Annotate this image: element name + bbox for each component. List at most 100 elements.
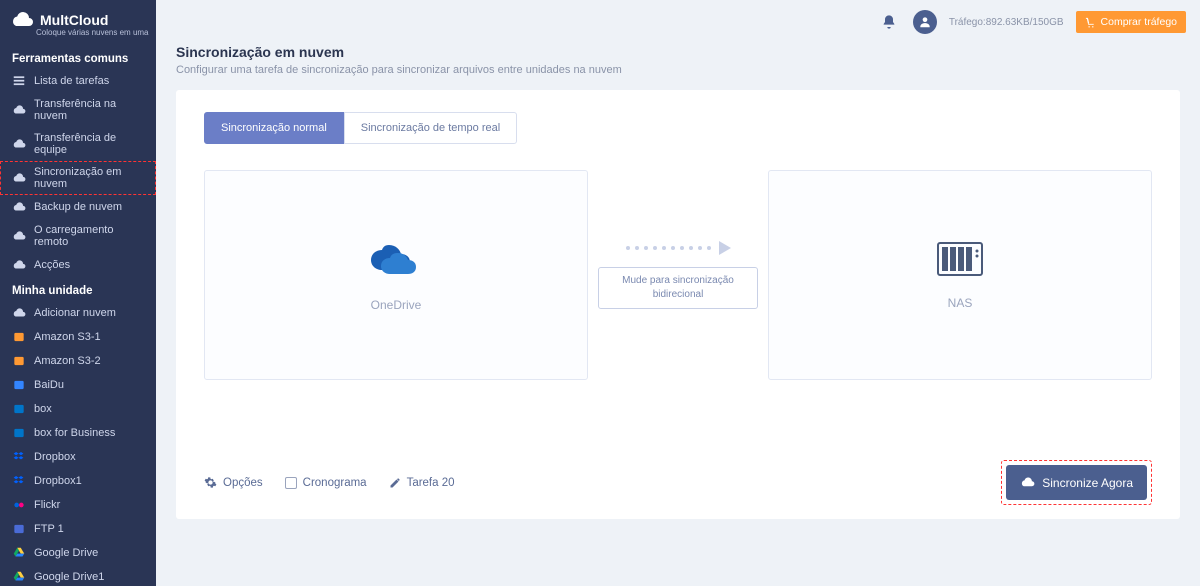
nav-drives: Adicionar nuvem Amazon S3-1 Amazon S3-2 Bai…: [0, 301, 156, 586]
s3-icon: [12, 354, 26, 368]
topbar: Tráfego:892.63KB/150GB Comprar tráfego: [156, 0, 1200, 44]
pencil-icon: [389, 477, 401, 489]
sidebar-item-label: Google Drive: [34, 547, 98, 559]
gdrive-icon: [12, 570, 26, 584]
box-icon: [12, 402, 26, 416]
sidebar-item-drive-9[interactable]: FTP 1: [0, 517, 156, 541]
page-subtitle: Configurar uma tarefa de sincronização p…: [176, 64, 1180, 76]
sidebar-item-label: Sincronização em nuvem: [34, 166, 144, 190]
cart-icon: [1085, 17, 1096, 28]
bell-icon[interactable]: [877, 10, 901, 34]
content-footer: Opções Cronograma Tarefa 20 Sincronize A…: [204, 460, 1152, 505]
sidebar: MultCloud Coloque várias nuvens em uma F…: [0, 0, 156, 586]
gdrive-icon: [12, 546, 26, 560]
cloud-icon: [12, 200, 26, 214]
sidebar-item-tool-1[interactable]: Transferência na nuvem: [0, 93, 156, 127]
sidebar-item-tool-4[interactable]: Backup de nuvem: [0, 195, 156, 219]
sidebar-item-label: BaiDu: [34, 379, 64, 391]
sidebar-item-tool-2[interactable]: Transferência de equipe: [0, 127, 156, 161]
sidebar-item-label: Google Drive1: [34, 571, 104, 583]
sidebar-item-drive-7[interactable]: Dropbox1: [0, 469, 156, 493]
source-pane[interactable]: OneDrive: [204, 170, 588, 380]
dropbox-icon: [12, 450, 26, 464]
nav-tools: Lista de tarefas Transferência na nuvem Tr…: [0, 69, 156, 277]
flickr-icon: [12, 498, 26, 512]
sync-tabs: Sincronização normal Sincronização de te…: [204, 112, 1152, 144]
main: Tráfego:892.63KB/150GB Comprar tráfego S…: [156, 0, 1200, 586]
sync-now-button[interactable]: Sincronize Agora: [1006, 465, 1147, 500]
checkbox-icon: [285, 477, 297, 489]
ftp-icon: [12, 522, 26, 536]
cloud-icon: [12, 258, 26, 272]
tab-realtime-sync[interactable]: Sincronização de tempo real: [344, 112, 517, 144]
sync-icon: [12, 171, 26, 185]
sidebar-item-label: Dropbox1: [34, 475, 82, 487]
sync-button-highlight: Sincronize Agora: [1001, 460, 1152, 505]
options-button[interactable]: Opções: [204, 476, 263, 489]
baidu-icon: [12, 378, 26, 392]
sidebar-item-drive-3[interactable]: BaiDu: [0, 373, 156, 397]
sidebar-item-drive-4[interactable]: box: [0, 397, 156, 421]
source-label: OneDrive: [371, 298, 422, 312]
sync-direction: Mude para sincronização bidirecional: [598, 241, 758, 309]
sidebar-item-label: Transferência na nuvem: [34, 98, 144, 122]
sidebar-item-label: Transferência de equipe: [34, 132, 144, 156]
avatar-icon[interactable]: [913, 10, 937, 34]
sidebar-item-label: box for Business: [34, 427, 115, 439]
sidebar-item-drive-8[interactable]: Flickr: [0, 493, 156, 517]
sidebar-item-drive-1[interactable]: Amazon S3-1: [0, 325, 156, 349]
cloud-sync-icon: [1020, 475, 1035, 490]
sidebar-item-label: O carregamento remoto: [34, 224, 144, 248]
sidebar-item-label: box: [34, 403, 52, 415]
brand-name: MultCloud: [40, 12, 108, 28]
section-drives-title: Minha unidade: [0, 277, 156, 301]
sidebar-item-label: Acções: [34, 259, 70, 271]
tab-normal-sync[interactable]: Sincronização normal: [204, 112, 344, 144]
sidebar-item-drive-0[interactable]: Adicionar nuvem: [0, 301, 156, 325]
onedrive-icon: [368, 239, 424, 284]
plus-icon: [12, 306, 26, 320]
box-icon: [12, 426, 26, 440]
sidebar-item-tool-0[interactable]: Lista de tarefas: [0, 69, 156, 93]
sidebar-item-label: Backup de nuvem: [34, 201, 122, 213]
arrow-right-icon: [719, 241, 731, 255]
dest-pane[interactable]: NAS: [768, 170, 1152, 380]
sidebar-item-label: Amazon S3-1: [34, 331, 101, 343]
sync-panes: OneDrive Mude para sincronização bidirec…: [204, 170, 1152, 380]
cloud-icon: [12, 103, 26, 117]
gear-icon: [204, 476, 217, 489]
sidebar-item-drive-6[interactable]: Dropbox: [0, 445, 156, 469]
sidebar-item-drive-10[interactable]: Google Drive: [0, 541, 156, 565]
dropbox-icon: [12, 474, 26, 488]
sidebar-item-label: Lista de tarefas: [34, 75, 109, 87]
cloud-icon: [12, 137, 26, 151]
sidebar-item-label: Dropbox: [34, 451, 76, 463]
page-head: Sincronização em nuvem Configurar uma ta…: [156, 44, 1200, 90]
dest-label: NAS: [948, 296, 973, 310]
bidirectional-toggle[interactable]: Mude para sincronização bidirecional: [598, 267, 758, 309]
sidebar-item-drive-11[interactable]: Google Drive1: [0, 565, 156, 586]
page-title: Sincronização em nuvem: [176, 44, 1180, 60]
s3-icon: [12, 330, 26, 344]
content-card: Sincronização normal Sincronização de te…: [176, 90, 1180, 519]
sidebar-item-tool-5[interactable]: O carregamento remoto: [0, 219, 156, 253]
task-name[interactable]: Tarefa 20: [389, 477, 455, 489]
traffic-label: Tráfego:892.63KB/150GB: [949, 17, 1064, 28]
sidebar-item-label: Flickr: [34, 499, 60, 511]
cloud-logo-icon: [10, 10, 34, 30]
sidebar-item-tool-6[interactable]: Acções: [0, 253, 156, 277]
sidebar-item-drive-5[interactable]: box for Business: [0, 421, 156, 445]
sidebar-item-drive-2[interactable]: Amazon S3-2: [0, 349, 156, 373]
section-tools-title: Ferramentas comuns: [0, 45, 156, 69]
schedule-checkbox[interactable]: Cronograma: [285, 477, 367, 489]
nas-icon: [936, 241, 984, 282]
sidebar-item-label: Adicionar nuvem: [34, 307, 116, 319]
list-icon: [12, 74, 26, 88]
sidebar-item-tool-3[interactable]: Sincronização em nuvem: [0, 161, 156, 195]
direction-arrow: [626, 241, 731, 255]
sidebar-item-label: FTP 1: [34, 523, 64, 535]
sidebar-item-label: Amazon S3-2: [34, 355, 101, 367]
cloud-icon: [12, 229, 26, 243]
buy-traffic-button[interactable]: Comprar tráfego: [1076, 11, 1186, 33]
footer-left: Opções Cronograma Tarefa 20: [204, 476, 455, 489]
